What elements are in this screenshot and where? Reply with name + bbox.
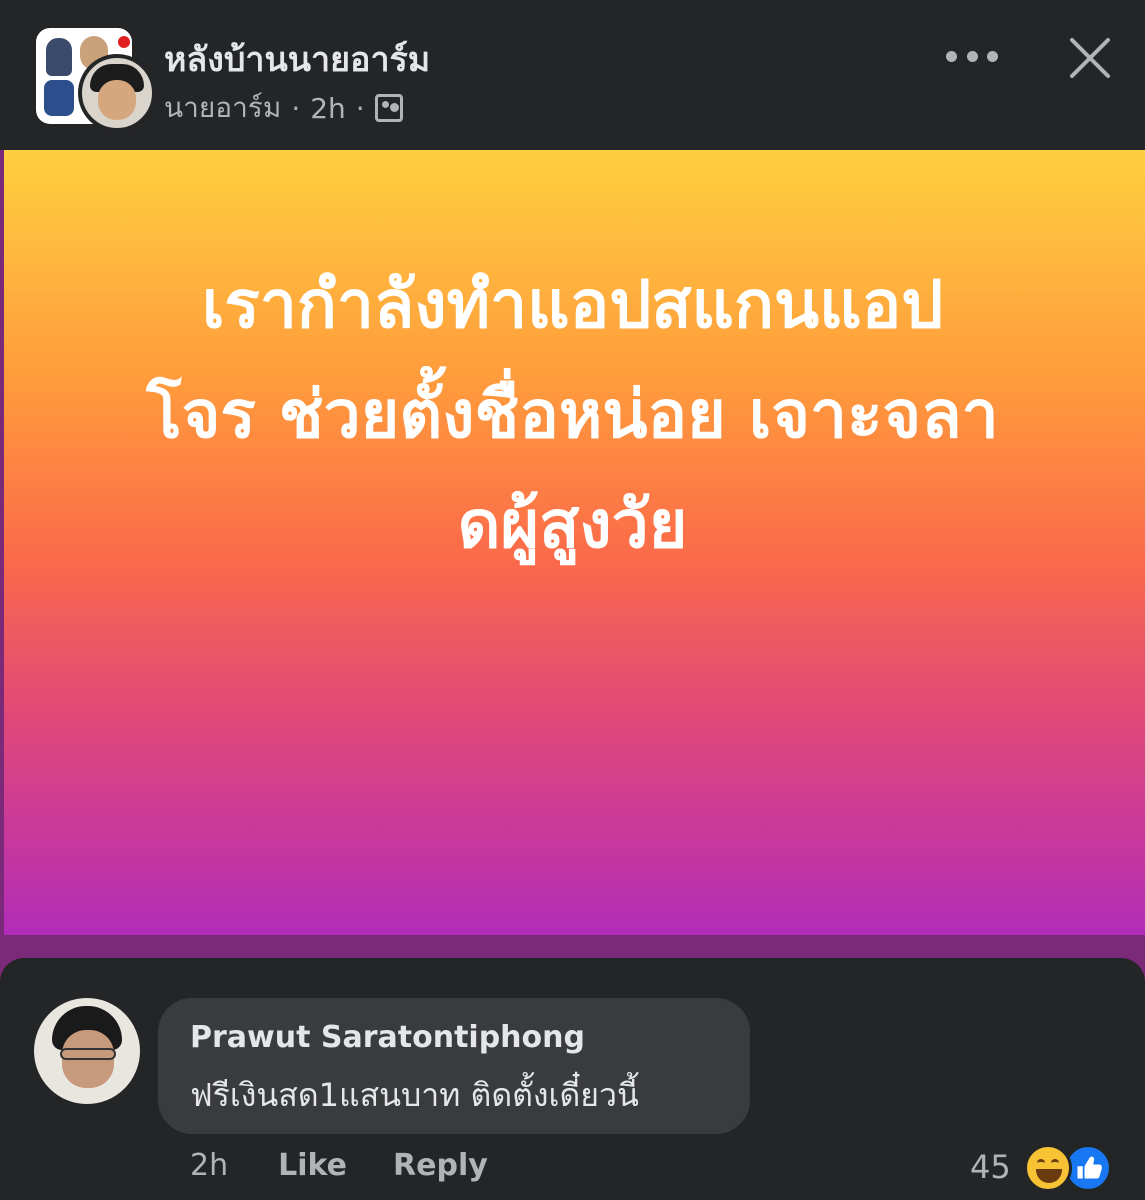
haha-icon[interactable] (1024, 1144, 1072, 1192)
comment-time[interactable]: 2h (190, 1148, 228, 1183)
author-avatar[interactable] (78, 54, 156, 132)
comment-author[interactable]: Prawut Saratontiphong (190, 1020, 585, 1055)
post-time[interactable]: 2h (310, 92, 346, 125)
group-avatar-figure (46, 38, 72, 76)
comment-actions: 2h Like Reply (190, 1148, 488, 1183)
avatar-face (98, 80, 136, 120)
commenter-avatar[interactable] (34, 998, 140, 1104)
comment-text: ฟรีเงินสด1แสนบาท ติดตั้งเดี๋ยวนี้ (190, 1076, 639, 1114)
reply-button[interactable]: Reply (393, 1148, 488, 1183)
author-name[interactable]: นายอาร์ม (164, 86, 281, 130)
close-icon[interactable] (1064, 32, 1116, 84)
group-avatar-figure (44, 80, 74, 116)
post-text: เรากำลังทำแอปสแกนแอป โจร ช่วยตั้งชื่อหน่… (146, 266, 999, 563)
post-meta: นายอาร์ม · 2h · (164, 86, 403, 130)
group-name[interactable]: หลังบ้านนายอาร์ม (164, 32, 430, 86)
reaction-count[interactable]: 45 (970, 1148, 1011, 1186)
like-button[interactable]: Like (278, 1148, 347, 1183)
members-icon (374, 94, 403, 122)
avatar-glasses (60, 1048, 116, 1060)
comment-bubble: Prawut Saratontiphong ฟรีเงินสด1แสนบาท ต… (158, 998, 750, 1134)
post-header: หลังบ้านนายอาร์ม นายอาร์ม · 2h · (0, 0, 1145, 150)
more-icon[interactable] (946, 38, 998, 74)
meta-separator: · (291, 91, 301, 125)
group-avatar-badge (118, 36, 130, 48)
meta-separator: · (355, 91, 365, 125)
